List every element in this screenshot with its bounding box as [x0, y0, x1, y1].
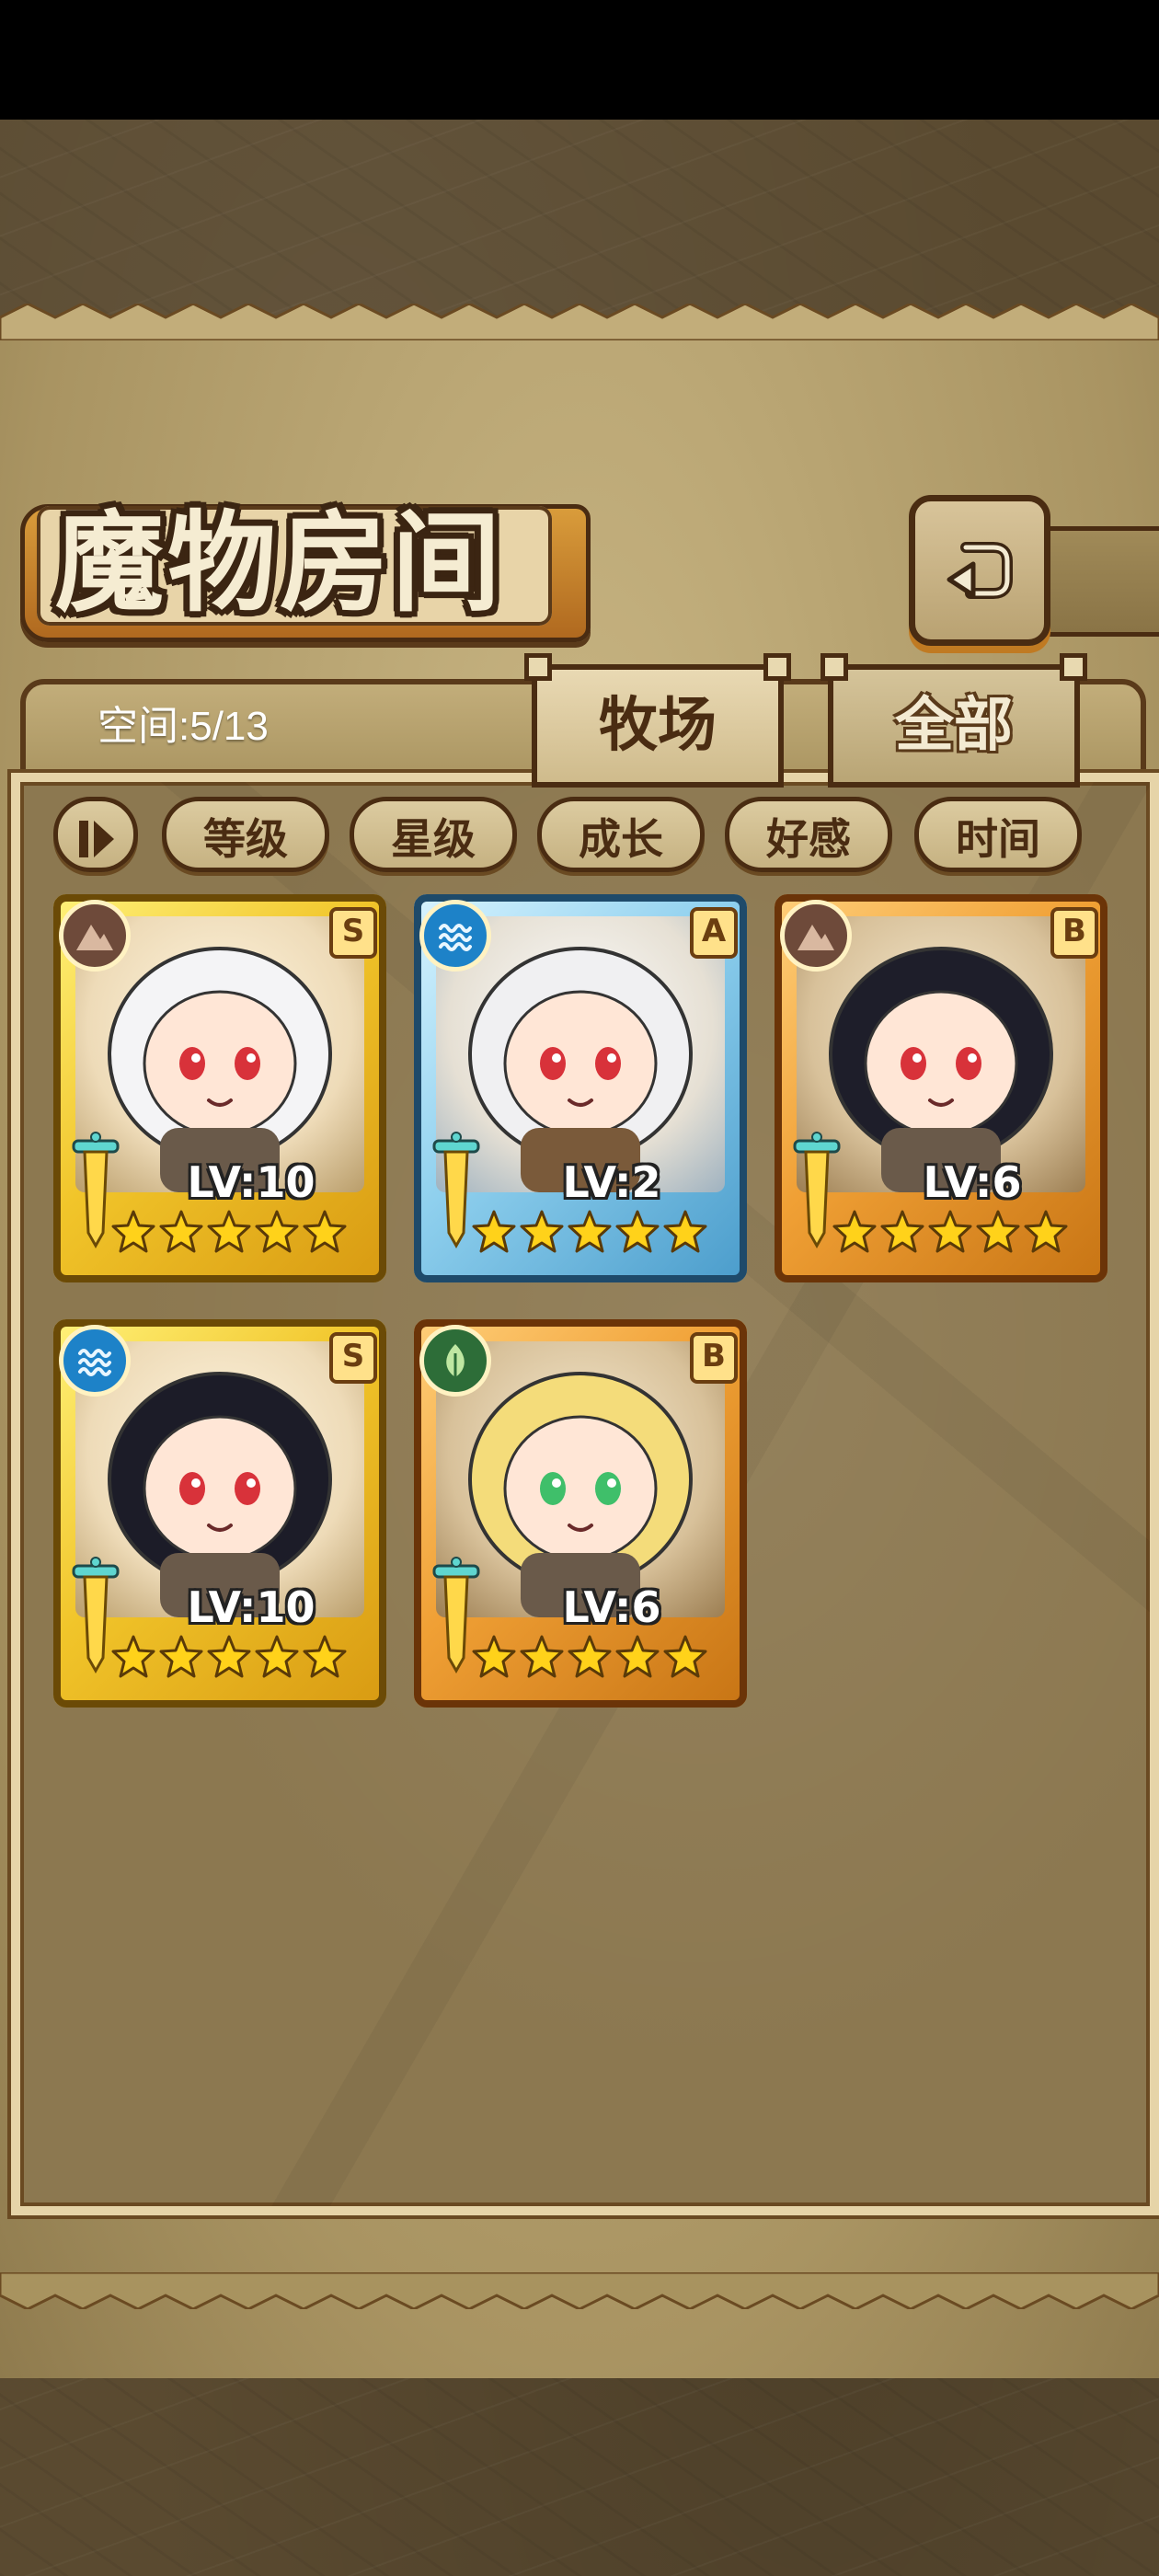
star-icon: [255, 1210, 299, 1253]
return-arrow-icon: [947, 542, 1013, 599]
star-icon: [303, 1635, 347, 1678]
rank-badge: A: [690, 907, 738, 959]
star-icon: [111, 1210, 155, 1253]
monster-card[interactable]: A LV:2: [414, 894, 747, 1282]
star-icon: [159, 1635, 203, 1678]
star-icon: [928, 1210, 972, 1253]
nature-icon: [419, 1325, 491, 1397]
tab-ranch[interactable]: 牧场: [524, 653, 791, 788]
monster-card[interactable]: S LV:10: [53, 894, 386, 1282]
monster-card[interactable]: B LV:6: [414, 1319, 747, 1708]
page-title: 魔物房间: [55, 499, 505, 627]
star-icon: [111, 1635, 155, 1678]
sort-time-button[interactable]: 时间: [914, 797, 1082, 872]
star-icon: [663, 1210, 707, 1253]
monster-level: LV:10: [187, 1157, 316, 1207]
sort-affection-button[interactable]: 好感: [725, 797, 892, 872]
sort-row: 等级 星级 成长 好感 时间: [53, 797, 1093, 876]
sort-level-button[interactable]: 等级: [162, 797, 329, 872]
star-icon: [472, 1210, 516, 1253]
star-icon: [207, 1635, 251, 1678]
sort-stars-button[interactable]: 星级: [350, 797, 517, 872]
space-counter: 空间:5/13: [98, 704, 269, 749]
star-icon: [520, 1635, 564, 1678]
star-icon: [159, 1210, 203, 1253]
star-icon: [880, 1210, 924, 1253]
back-button[interactable]: [909, 495, 1050, 646]
rank-badge: B: [690, 1332, 738, 1384]
star-icon: [255, 1635, 299, 1678]
star-rating: [469, 1634, 710, 1695]
rank-badge: S: [329, 1332, 377, 1384]
panel-bottom-edge: [0, 2272, 1159, 2309]
monster-level: LV:6: [562, 1582, 661, 1632]
star-icon: [568, 1210, 612, 1253]
sort-growth-button[interactable]: 成长: [537, 797, 705, 872]
star-rating: [830, 1209, 1071, 1270]
monster-level: LV:2: [562, 1157, 661, 1207]
tab-all[interactable]: 全部: [820, 653, 1087, 788]
monster-level: LV:6: [923, 1157, 1022, 1207]
monster-card[interactable]: B LV:6: [775, 894, 1107, 1282]
star-icon: [303, 1210, 347, 1253]
star-icon: [615, 1210, 660, 1253]
star-icon: [615, 1635, 660, 1678]
star-icon: [832, 1210, 877, 1253]
earth-icon: [59, 900, 131, 972]
panel-top-edge: [0, 304, 1159, 340]
rank-badge: S: [329, 907, 377, 959]
star-icon: [472, 1635, 516, 1678]
water-icon: [59, 1325, 131, 1397]
star-icon: [207, 1210, 251, 1253]
pause-sort-icon: [79, 821, 114, 857]
star-icon: [568, 1635, 612, 1678]
star-icon: [976, 1210, 1020, 1253]
monster-level: LV:10: [187, 1582, 316, 1632]
star-icon: [1024, 1210, 1068, 1253]
star-icon: [663, 1635, 707, 1678]
water-icon: [419, 900, 491, 972]
star-icon: [520, 1210, 564, 1253]
monster-card[interactable]: S LV:10: [53, 1319, 386, 1708]
star-rating: [109, 1209, 350, 1270]
status-bar: [0, 0, 1159, 120]
star-rating: [109, 1634, 350, 1695]
star-rating: [469, 1209, 710, 1270]
rank-badge: B: [1050, 907, 1098, 959]
sort-order-toggle[interactable]: [53, 797, 138, 872]
earth-icon: [780, 900, 852, 972]
